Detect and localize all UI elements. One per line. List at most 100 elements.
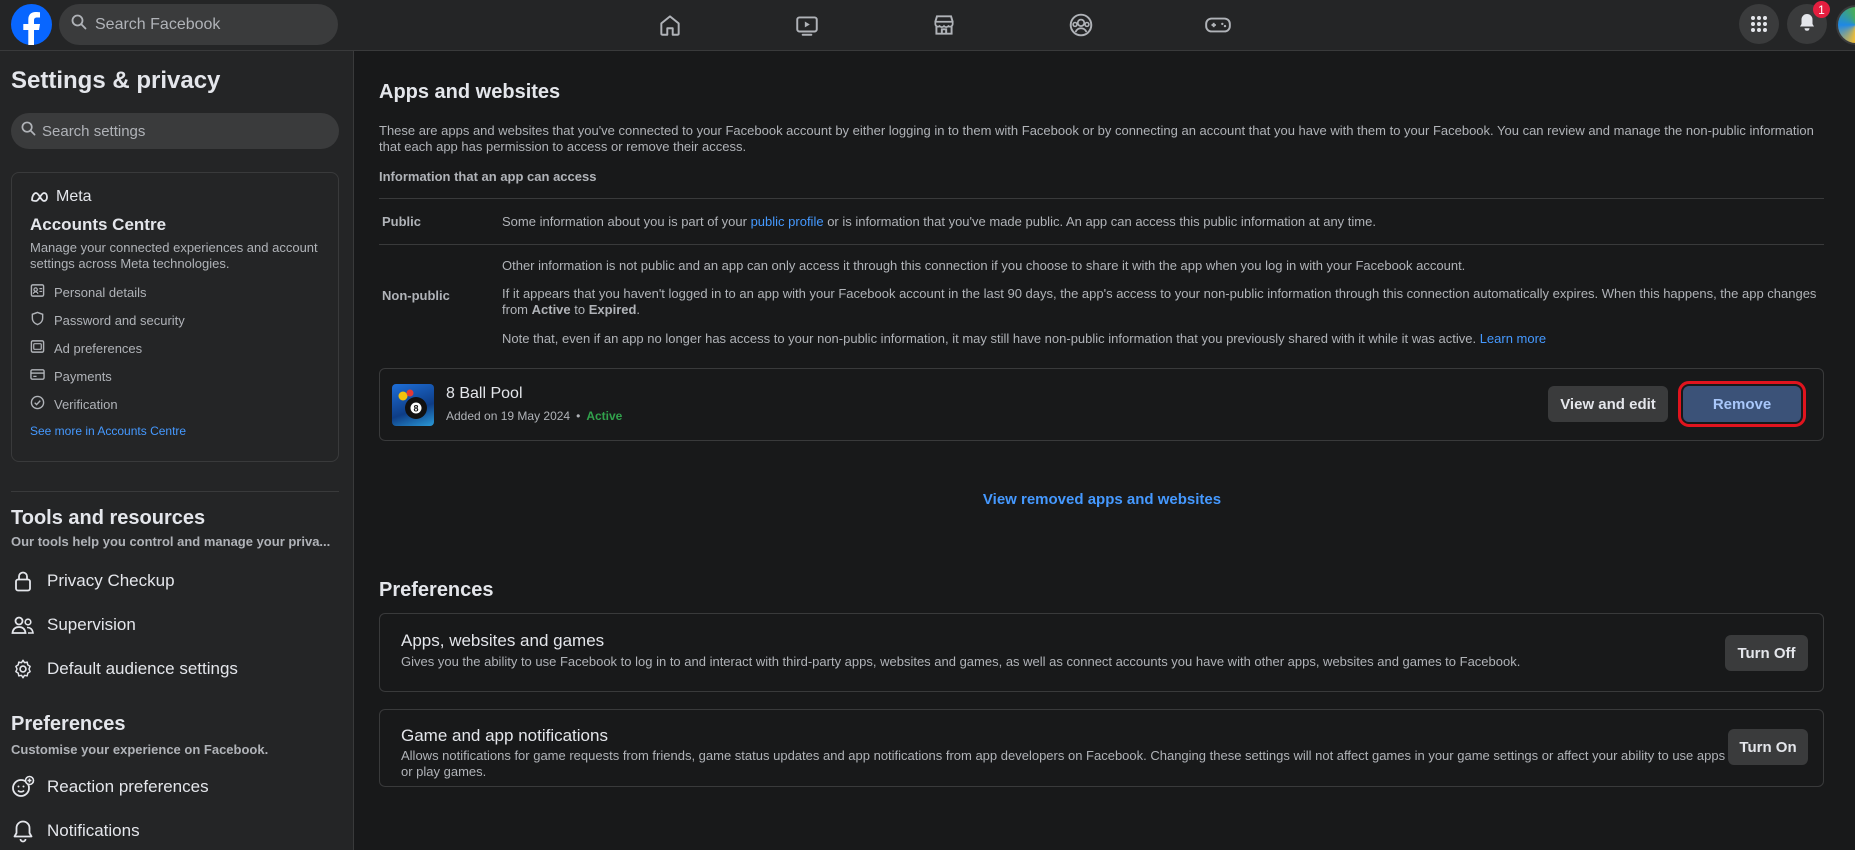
view-and-edit-button[interactable]: View and edit [1548,386,1668,422]
main-content: Apps and websites These are apps and web… [355,51,1855,850]
see-more-accounts-centre-link[interactable]: See more in Accounts Centre [30,424,320,438]
marketplace-icon[interactable] [924,7,964,43]
remove-app-button[interactable]: Remove [1678,381,1806,427]
pref-description: Gives you the ability to use Facebook to… [401,654,1521,669]
nonpublic-label: Non-public [382,288,450,303]
pref-title: Apps, websites and games [401,631,605,650]
preferences-section-subtitle: Customise your experience on Facebook. [11,742,269,757]
sidebar-item-privacy-checkup[interactable]: Privacy Checkup [11,563,175,599]
preferences-section-title: Preferences [11,713,126,735]
nonpublic-paragraph-1: Other information is not public and an a… [502,258,1466,273]
gaming-icon[interactable] [1198,7,1238,43]
turn-off-button[interactable]: Turn Off [1725,635,1808,671]
bullet-separator: • [576,409,581,423]
settings-search-input[interactable] [42,122,322,140]
sidebar-item-supervision[interactable]: Supervision [11,607,136,643]
nonpublic-p2-mid: to [570,302,589,317]
nonpublic-p2-before: If it appears that you haven't logged in… [502,286,1817,317]
sidebar-item-reaction-preferences[interactable]: Reaction preferences [11,769,209,805]
sidebar-item-label: Privacy Checkup [47,571,175,590]
pref-title: Game and app notifications [401,726,608,745]
nonpublic-paragraph-2: If it appears that you haven't logged in… [502,286,1822,318]
accounts-item-label: Password and security [54,312,185,328]
facebook-search-box[interactable] [59,4,338,45]
notifications-button[interactable]: 1 [1787,1,1830,44]
public-text-after: or is information that you've made publi… [823,214,1376,229]
pref-apps-websites-games: Apps, websites and games Gives you the a… [379,613,1824,692]
gear-icon [11,657,35,681]
accounts-item-label: Payments [54,368,112,384]
pref-game-app-notifications: Game and app notifications Allows notifi… [379,709,1824,787]
home-icon[interactable] [650,7,690,43]
sidebar-divider [11,491,339,492]
sidebar-item-default-audience[interactable]: Default audience settings [11,651,238,687]
nonpublic-p3-text: Note that, even if an app no longer has … [502,331,1480,346]
facebook-logo-icon[interactable] [11,4,52,45]
settings-search-box[interactable] [11,113,339,149]
search-icon [71,14,87,35]
view-removed-apps-link[interactable]: View removed apps and websites [355,491,1849,508]
public-label: Public [382,214,422,229]
accounts-centre-title: Accounts Centre [30,215,167,234]
public-profile-link[interactable]: public profile [751,214,824,229]
id-card-icon [30,283,45,301]
learn-more-link[interactable]: Learn more [1480,331,1546,346]
sidebar-item-label: Reaction preferences [47,777,209,796]
top-navigation-bar: 1 [0,0,1855,51]
connected-app-card: 8 8 Ball Pool Added on 19 May 2024 • Act… [379,368,1824,441]
people-icon [11,613,35,637]
reaction-smiley-icon [11,775,35,799]
public-text-before: Some information about you is part of yo… [502,214,751,229]
profile-avatar[interactable] [1836,5,1855,45]
nonpublic-paragraph-3: Note that, even if an app no longer has … [502,331,1822,347]
bell-icon [1797,12,1817,37]
groups-icon[interactable] [1061,7,1101,43]
sidebar-item-label: Notifications [47,821,140,840]
tools-section-subtitle: Our tools help you control and manage yo… [11,534,331,549]
sidebar-item-notifications[interactable]: Notifications [11,813,140,849]
meta-logo: Meta [30,188,320,206]
app-meta: Added on 19 May 2024 • Active [446,409,622,423]
verified-check-icon [30,395,45,413]
pref-description: Allows notifications for game requests f… [401,748,1726,779]
status-expired-word: Expired [588,302,637,317]
page-title: Apps and websites [379,81,561,103]
notification-count-badge: 1 [1813,1,1830,18]
video-icon[interactable] [787,7,827,43]
app-added-date: Added on 19 May 2024 [446,409,571,423]
accounts-item-label: Ad preferences [54,340,143,356]
nonpublic-p2-end: . [636,302,641,317]
accounts-item-personal-details[interactable]: Personal details [30,278,320,306]
accounts-item-label: Verification [54,396,118,412]
meta-label: Meta [56,188,92,205]
credit-card-icon [30,367,45,385]
app-name: 8 Ball Pool [446,385,523,402]
tools-section-title: Tools and resources [11,507,206,529]
bell-icon [11,819,35,843]
divider [379,198,1824,199]
lock-icon [11,569,35,593]
turn-on-button[interactable]: Turn On [1728,729,1808,765]
divider [379,244,1824,245]
accounts-item-ad-preferences[interactable]: Ad preferences [30,334,320,362]
public-description: Some information about you is part of yo… [502,214,1822,230]
sidebar-title: Settings & privacy [11,67,221,94]
facebook-search-input[interactable] [95,15,315,34]
status-active-word: Active [531,302,571,317]
intro-text: These are apps and websites that you've … [379,123,1814,154]
accounts-item-password-security[interactable]: Password and security [30,306,320,334]
search-icon [21,121,36,141]
sidebar-item-label: Default audience settings [47,659,238,678]
8-ball-pool-app-icon: 8 [392,384,434,426]
accounts-centre-card[interactable]: Meta Accounts Centre Manage your connect… [11,172,339,462]
menu-grid-icon[interactable] [1739,4,1779,44]
info-heading: Information that an app can access [379,169,597,184]
sidebar-item-label: Supervision [47,615,136,634]
shield-icon [30,311,45,329]
svg-text:8: 8 [413,404,418,414]
accounts-item-verification[interactable]: Verification [30,390,320,418]
settings-sidebar: Settings & privacy Meta Accounts Centre … [0,51,354,850]
accounts-item-label: Personal details [54,284,147,300]
accounts-item-payments[interactable]: Payments [30,362,320,390]
ad-monitor-icon [30,339,45,357]
